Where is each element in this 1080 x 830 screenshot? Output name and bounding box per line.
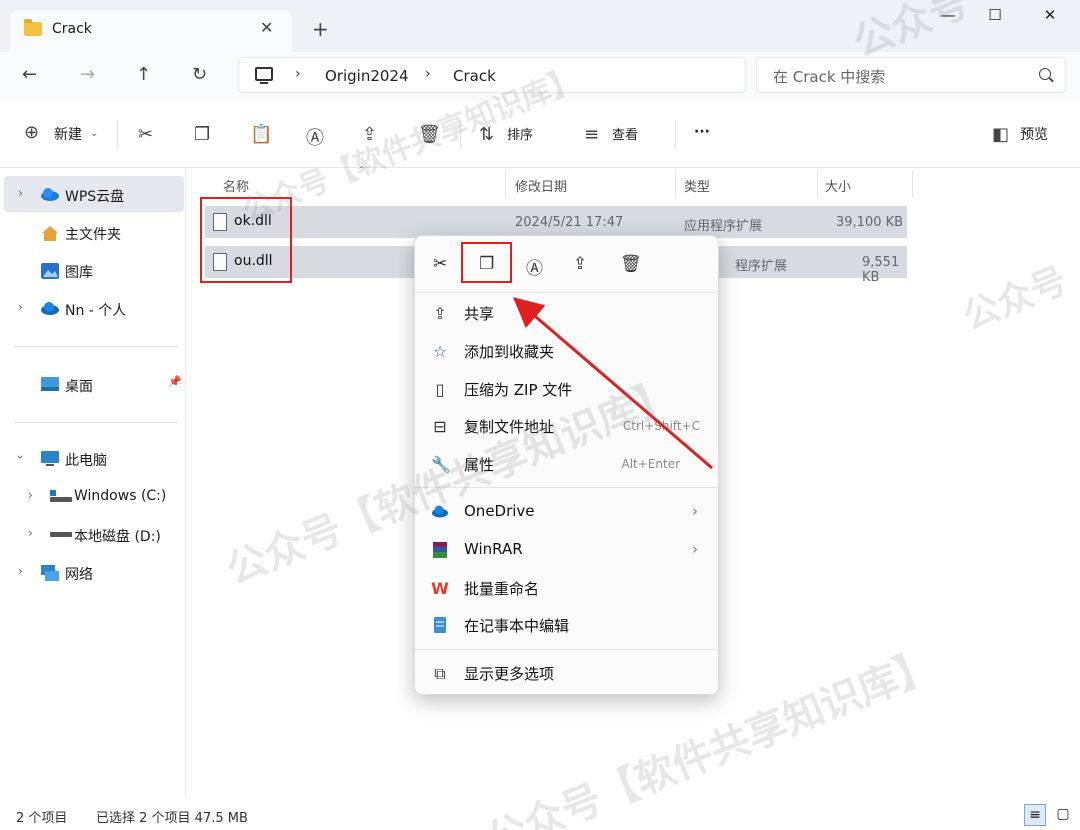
details-view-icon[interactable]: ≡ [1024, 804, 1046, 826]
status-bar: 2 个项目 已选择 2 个项目 47.5 MB ≡ ▢ [0, 798, 1080, 830]
tiles-view-icon[interactable]: ▢ [1052, 804, 1074, 826]
selection-info: 已选择 2 个项目 47.5 MB [96, 811, 248, 826]
annotation-arrow [512, 297, 713, 470]
item-count: 2 个项目 [16, 811, 68, 826]
